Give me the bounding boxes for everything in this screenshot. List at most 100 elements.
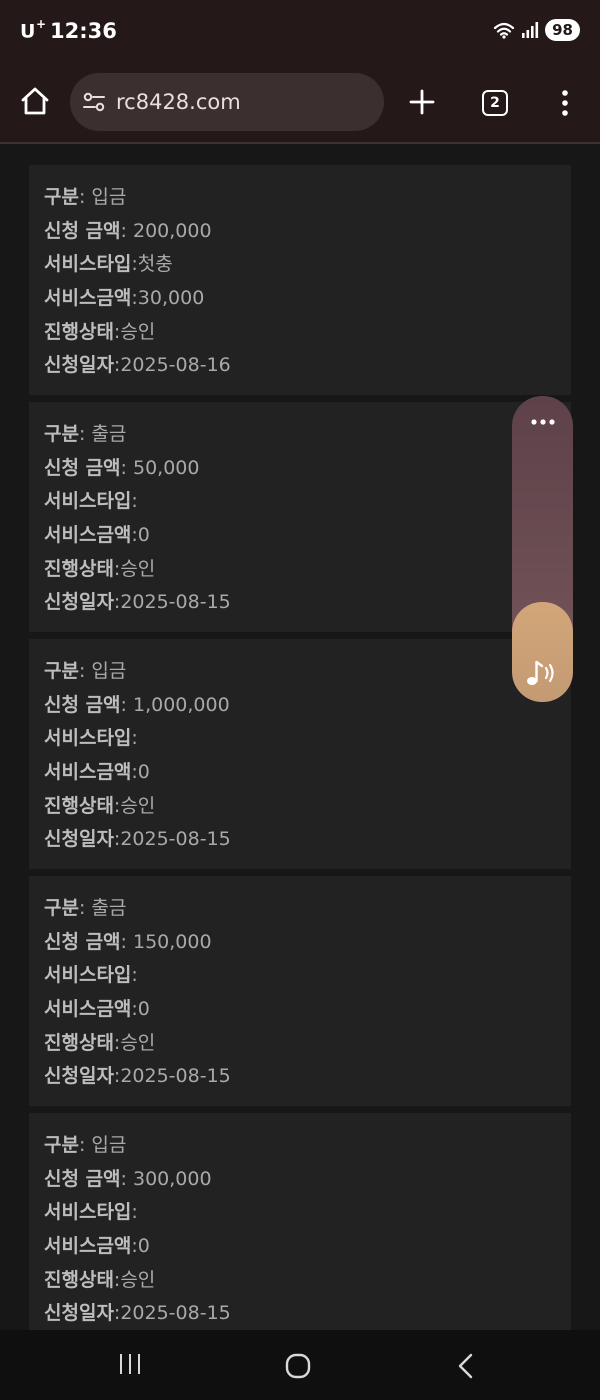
field-value: :0 — [131, 998, 150, 1021]
field-value: :2025-08-15 — [113, 591, 231, 614]
battery-indicator: 98 — [545, 19, 580, 41]
field-label: 서비스타입 — [44, 490, 132, 513]
status-row: 진행상태:승인 — [44, 316, 556, 350]
service-amount-row: 서비스금액:0 — [44, 993, 556, 1027]
more-vertical-icon[interactable] — [556, 88, 574, 118]
field-value: :0 — [131, 1235, 150, 1258]
field-value: : 입금 — [78, 1134, 127, 1156]
plus-icon[interactable] — [408, 88, 436, 116]
field-label: 신청 금액 — [44, 219, 121, 242]
service-type-row: 서비스타입: — [44, 485, 556, 519]
field-label: 구분 — [44, 186, 79, 208]
media-control-button[interactable] — [512, 602, 573, 702]
service-type-row: 서비스타입: — [44, 959, 556, 993]
tab-count: 2 — [490, 95, 500, 111]
field-value: :첫충 — [131, 253, 173, 276]
home-icon[interactable] — [18, 84, 52, 118]
field-value: : 출금 — [78, 423, 127, 445]
status-bar: U+ 12:36 98 — [0, 0, 600, 62]
field-label: 진행상태 — [44, 320, 114, 343]
status-row: 진행상태:승인 — [44, 553, 556, 587]
field-value: : — [131, 964, 138, 987]
transaction-card: 구분: 입금 신청 금액: 1,000,000 서비스타입: 서비스금액:0 진… — [29, 639, 571, 869]
amount-row: 신청 금액: 200,000 — [44, 215, 556, 249]
field-value: : 입금 — [78, 660, 127, 682]
status-icons: 98 — [493, 19, 580, 41]
field-label: 신청 금액 — [44, 930, 121, 953]
field-label: 진행상태 — [44, 1031, 114, 1054]
amount-row: 신청 금액: 1,000,000 — [44, 689, 556, 723]
service-amount-row: 서비스금액:0 — [44, 756, 556, 790]
recents-icon[interactable] — [118, 1352, 142, 1376]
address-bar[interactable]: rc8428.com — [70, 73, 384, 131]
field-label: 신청일자 — [44, 354, 114, 377]
tab-switcher-button[interactable]: 2 — [482, 90, 508, 116]
url-text: rc8428.com — [116, 90, 241, 114]
field-label: 구분 — [44, 897, 79, 919]
transaction-card: 구분: 입금 신청 금액: 300,000 서비스타입: 서비스금액:0 진행상… — [29, 1113, 571, 1330]
signal-icon — [522, 22, 539, 38]
field-value: :0 — [131, 761, 150, 784]
service-amount-row: 서비스금액:0 — [44, 519, 556, 553]
page-content[interactable]: 구분: 입금 신청 금액: 200,000 서비스타입:첫충 서비스금액:30,… — [0, 144, 600, 1330]
field-label: 신청일자 — [44, 1065, 114, 1088]
field-value: : 300,000 — [120, 1167, 212, 1190]
wifi-icon — [493, 22, 515, 39]
date-row: 신청일자:2025-08-15 — [44, 1297, 556, 1330]
browser-toolbar: rc8428.com 2 — [0, 62, 600, 144]
field-label: 서비스금액 — [44, 761, 132, 784]
service-amount-row: 서비스금액:0 — [44, 1230, 556, 1264]
field-value: :2025-08-15 — [113, 1065, 231, 1088]
date-row: 신청일자:2025-08-15 — [44, 823, 556, 857]
transaction-card: 구분: 입금 신청 금액: 200,000 서비스타입:첫충 서비스금액:30,… — [29, 165, 571, 395]
field-label: 서비스금액 — [44, 998, 132, 1021]
back-chevron-icon[interactable] — [456, 1352, 474, 1380]
type-row: 구분: 출금 — [44, 418, 556, 452]
field-value: : 150,000 — [120, 930, 212, 953]
date-row: 신청일자:2025-08-16 — [44, 349, 556, 383]
field-value: :승인 — [113, 794, 156, 817]
amount-row: 신청 금액: 50,000 — [44, 452, 556, 486]
music-note-icon — [527, 660, 554, 685]
field-value: : 1,000,000 — [120, 693, 230, 716]
type-row: 구분: 입금 — [44, 655, 556, 689]
field-label: 서비스금액 — [44, 1235, 132, 1258]
carrier-label: U+ — [20, 17, 47, 43]
amount-row: 신청 금액: 300,000 — [44, 1163, 556, 1197]
status-row: 진행상태:승인 — [44, 790, 556, 824]
field-value: :30,000 — [131, 287, 205, 310]
field-value: : — [131, 1201, 138, 1224]
field-label: 구분 — [44, 423, 79, 445]
transaction-card: 구분: 출금 신청 금액: 50,000 서비스타입: 서비스금액:0 진행상태… — [29, 402, 571, 632]
field-value: : — [131, 727, 138, 750]
field-label: 서비스금액 — [44, 287, 132, 310]
status-row: 진행상태:승인 — [44, 1264, 556, 1298]
type-row: 구분: 입금 — [44, 1129, 556, 1163]
service-type-row: 서비스타입: — [44, 722, 556, 756]
field-label: 구분 — [44, 660, 79, 682]
field-value: : — [131, 490, 138, 513]
field-label: 신청 금액 — [44, 456, 121, 479]
site-settings-icon[interactable] — [82, 91, 106, 113]
home-circle-icon[interactable] — [284, 1352, 312, 1380]
more-horizontal-icon[interactable] — [530, 418, 556, 426]
field-value: : 입금 — [78, 186, 127, 208]
field-value: :2025-08-16 — [113, 354, 231, 377]
type-row: 구분: 출금 — [44, 892, 556, 926]
service-amount-row: 서비스금액:30,000 — [44, 282, 556, 316]
field-label: 신청일자 — [44, 828, 114, 851]
clock: 12:36 — [50, 19, 117, 43]
field-label: 서비스타입 — [44, 964, 132, 987]
field-label: 신청 금액 — [44, 693, 121, 716]
amount-row: 신청 금액: 150,000 — [44, 926, 556, 960]
field-label: 진행상태 — [44, 1268, 114, 1291]
field-label: 진행상태 — [44, 557, 114, 580]
field-label: 서비스타입 — [44, 253, 132, 276]
status-row: 진행상태:승인 — [44, 1027, 556, 1061]
field-value: :승인 — [113, 320, 156, 343]
date-row: 신청일자:2025-08-15 — [44, 586, 556, 620]
field-label: 신청일자 — [44, 591, 114, 614]
field-value: :승인 — [113, 557, 156, 580]
field-label: 서비스금액 — [44, 524, 132, 547]
floating-media-widget[interactable] — [512, 396, 573, 702]
